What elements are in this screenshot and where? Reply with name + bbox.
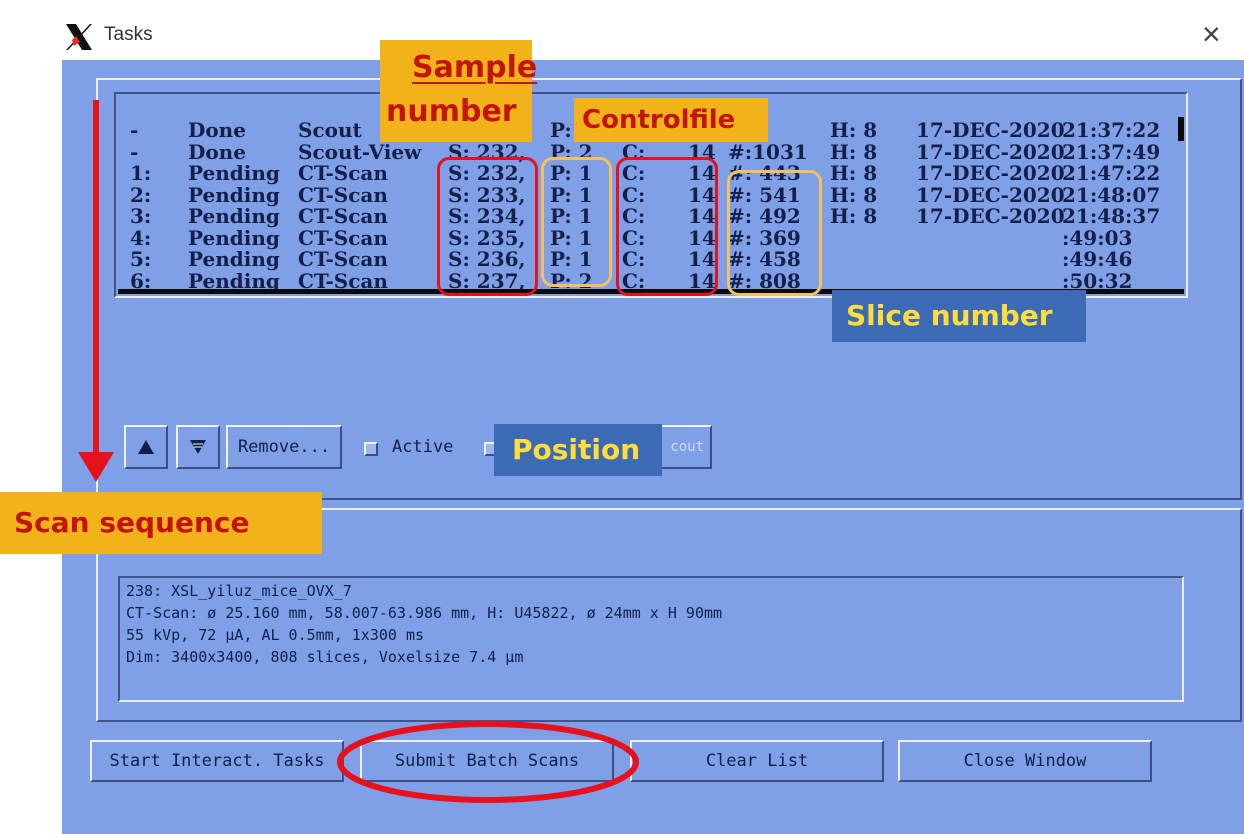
info-line-3: 55 kVp, 72 µA, AL 0.5mm, 1x300 ms bbox=[126, 626, 425, 644]
start-interact-tasks-button[interactable]: Start Interact. Tasks bbox=[90, 740, 344, 782]
row-index: 7: bbox=[130, 289, 151, 294]
sample-number-highlight bbox=[437, 157, 538, 296]
controlfile-callout: Controlfile bbox=[574, 98, 768, 142]
active-label: Active bbox=[392, 437, 454, 457]
controlfile-highlight bbox=[616, 157, 718, 296]
task-info-box: 238: XSL_yiluz_mice_OVX_7 CT-Scan: ø 25.… bbox=[118, 576, 1184, 702]
info-line-2: CT-Scan: ø 25.160 mm, 58.007-63.986 mm, … bbox=[126, 604, 723, 622]
close-window-button[interactable]: Close Window bbox=[898, 740, 1152, 782]
slice-number-highlight bbox=[727, 170, 822, 296]
row-status: Pending bbox=[188, 289, 280, 294]
remove-button[interactable]: Remove... bbox=[226, 425, 342, 469]
submit-batch-scans-button[interactable]: Submit Batch Scans bbox=[360, 740, 614, 782]
triangle-down-icon bbox=[190, 440, 206, 454]
move-down-button[interactable] bbox=[176, 425, 220, 469]
row-position: P: 2 bbox=[550, 289, 593, 294]
position-highlight bbox=[541, 157, 612, 287]
row-type: CT-Scan bbox=[298, 289, 388, 294]
move-up-button[interactable] bbox=[124, 425, 168, 469]
position-callout: Position bbox=[494, 424, 662, 476]
sample-number-callout-text1: Sample bbox=[412, 50, 538, 85]
triangle-up-icon bbox=[138, 440, 154, 454]
sample-number-callout-line2: number bbox=[386, 94, 517, 129]
window-title: Tasks bbox=[104, 24, 153, 45]
sample-number-callout: Sample number bbox=[380, 40, 537, 142]
partial-button-label: cout bbox=[670, 439, 704, 455]
slice-number-callout: Slice number bbox=[832, 290, 1086, 342]
x-window-logo-icon bbox=[66, 24, 92, 50]
active-checkbox[interactable] bbox=[364, 442, 378, 456]
list-scroll-indicator[interactable] bbox=[1178, 117, 1184, 141]
info-line-1: 238: XSL_yiluz_mice_OVX_7 bbox=[126, 582, 352, 600]
clear-list-button[interactable]: Clear List bbox=[630, 740, 884, 782]
close-icon[interactable]: × bbox=[1202, 18, 1221, 50]
info-line-4: Dim: 3400x3400, 808 slices, Voxelsize 7.… bbox=[126, 648, 524, 666]
sample-number-callout-line1: Sample bbox=[386, 46, 537, 90]
scan-sequence-callout: Scan sequence bbox=[0, 492, 322, 554]
